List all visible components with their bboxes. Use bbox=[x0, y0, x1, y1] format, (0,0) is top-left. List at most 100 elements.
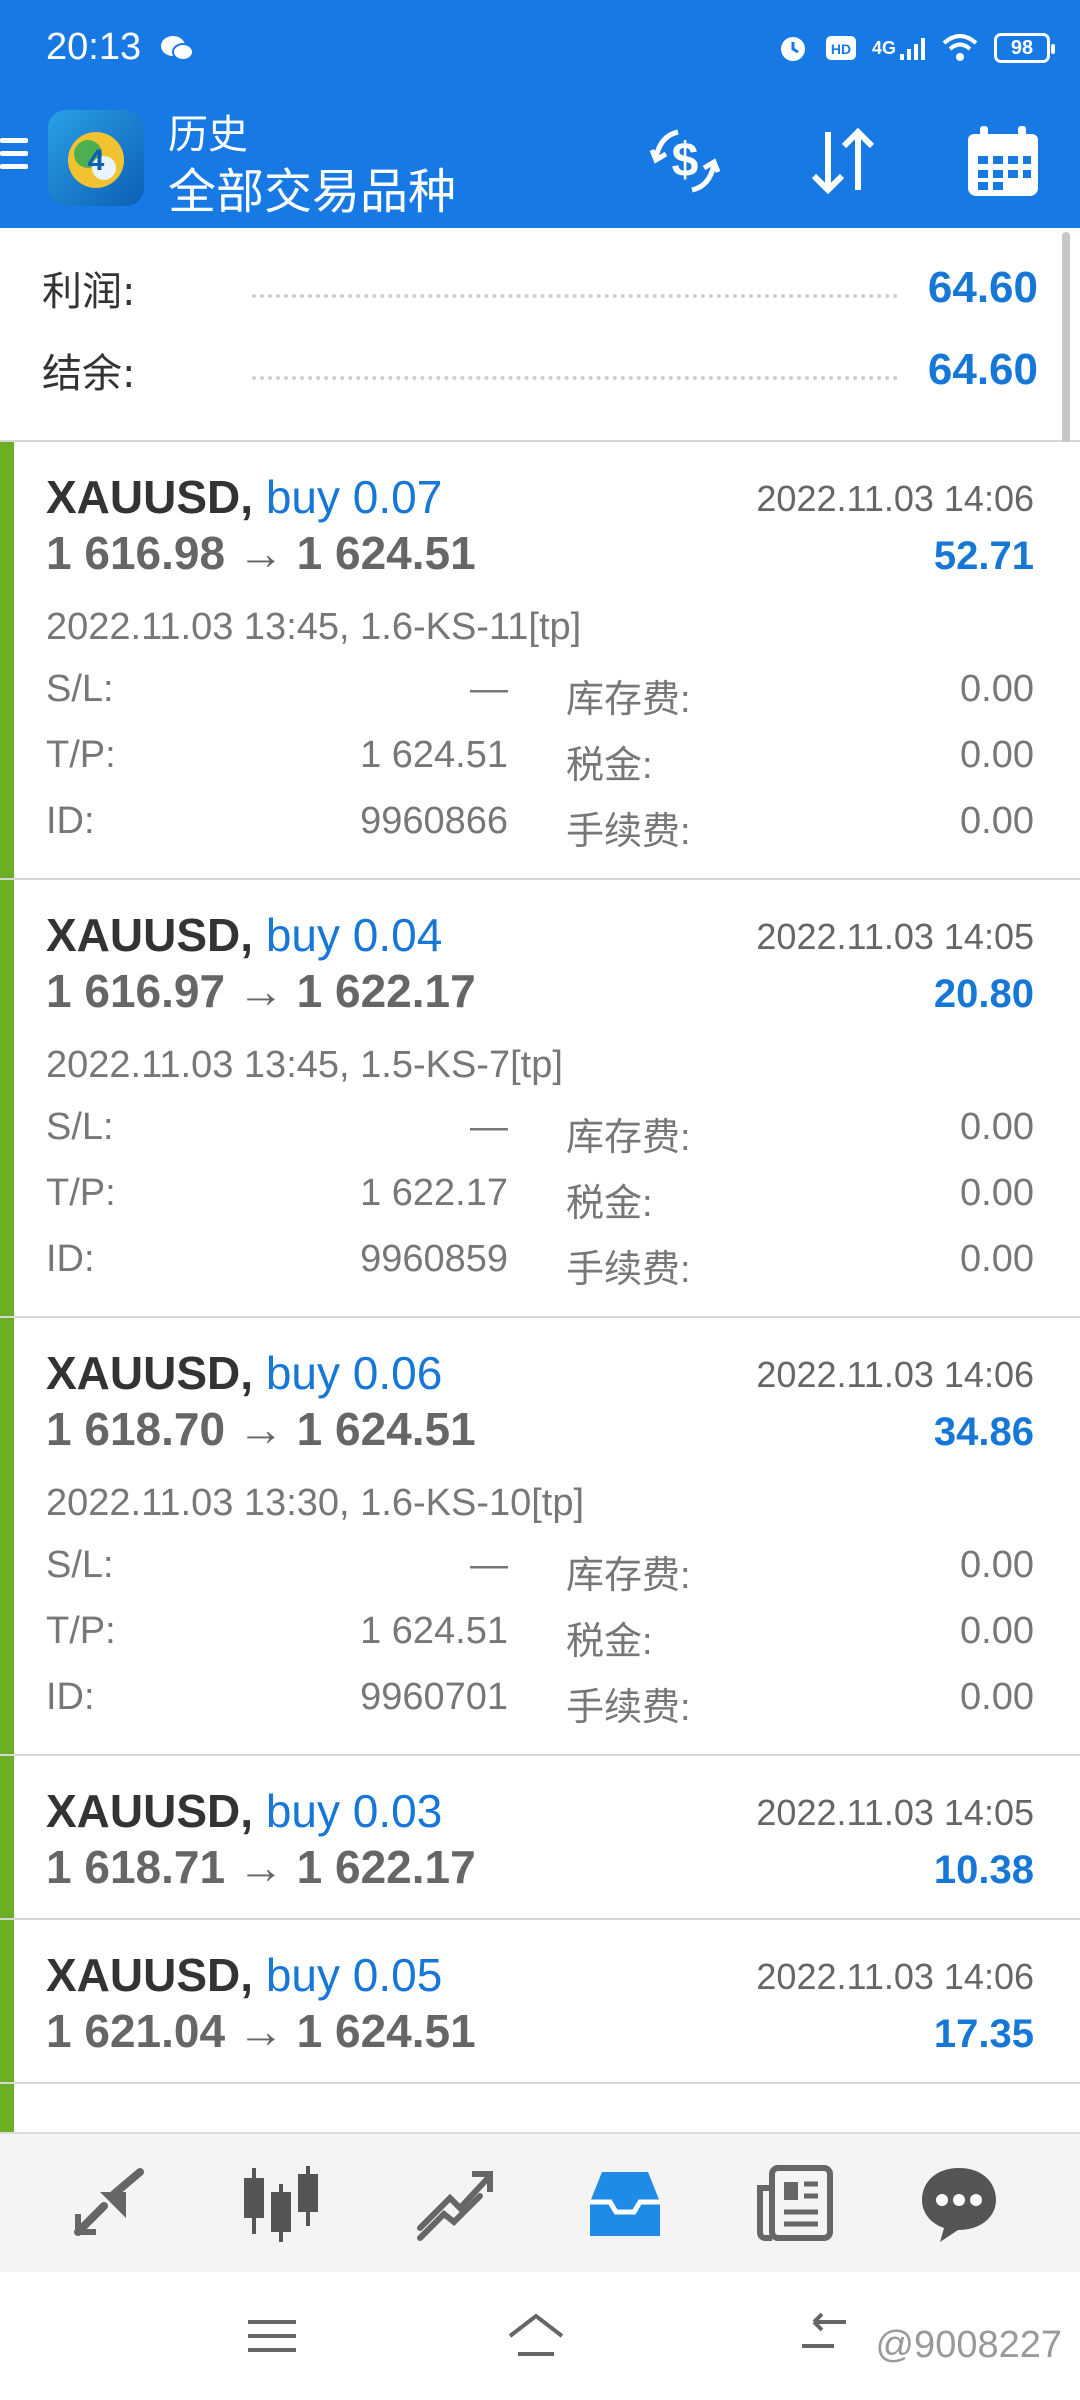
hd-icon: HD bbox=[825, 36, 856, 60]
buy-indicator bbox=[0, 2084, 14, 2132]
detail-row: S/L: — 库存费: 0.00 bbox=[46, 1544, 1034, 1597]
swap-value: 0.00 bbox=[960, 1544, 1034, 1586]
close-time: 2022.11.03 14:05 bbox=[756, 916, 1034, 957]
tax-value: 0.00 bbox=[960, 734, 1034, 776]
trade-profit: 52.71 bbox=[933, 534, 1034, 578]
close-price: 1 622.17 bbox=[296, 1841, 476, 1893]
buy-indicator bbox=[0, 442, 14, 878]
symbol-filter[interactable]: 全部交易品种 bbox=[168, 152, 456, 222]
open-info: 2022.11.03 13:45, 1.6-KS-11[tp] bbox=[46, 606, 582, 648]
side-volume: buy 0.07 bbox=[265, 471, 443, 523]
id-label: ID: bbox=[46, 1238, 95, 1280]
summary-panel: 利润: 64.60 结余: 64.60 bbox=[0, 228, 1080, 442]
tp-label: T/P: bbox=[46, 734, 116, 776]
close-price: 1 624.51 bbox=[296, 2005, 476, 2057]
id-value: 9960701 bbox=[360, 1676, 508, 1718]
arrow-icon: → bbox=[237, 2005, 284, 2057]
open-price: 1 621.04 bbox=[46, 2005, 226, 2057]
open-price: 1 618.70 bbox=[46, 1403, 226, 1455]
open-price: 1 618.71 bbox=[46, 1841, 226, 1893]
open-price: 1 616.98 bbox=[46, 527, 226, 579]
system-nav-bar: @9008227 bbox=[0, 2272, 1080, 2400]
commission-value: 0.00 bbox=[960, 800, 1034, 842]
symbol: XAUUSD, bbox=[46, 1949, 254, 2001]
trade-header: XAUUSD, buy 0.04 bbox=[46, 908, 442, 962]
home-icon[interactable] bbox=[506, 2308, 566, 2364]
chat-icon[interactable] bbox=[914, 2158, 1004, 2248]
side-volume: buy 0.05 bbox=[265, 1949, 443, 2001]
sl-value: — bbox=[470, 1106, 508, 1148]
detail-row: ID: 9960701 手续费: 0.00 bbox=[46, 1676, 1034, 1729]
trade-profit: 10.38 bbox=[933, 1848, 1034, 1892]
side-volume: buy 0.06 bbox=[265, 1347, 443, 1399]
clock: 20:13 bbox=[46, 26, 142, 68]
tax-value: 0.00 bbox=[960, 1172, 1034, 1214]
history-icon[interactable] bbox=[580, 2158, 670, 2248]
sl-label: S/L: bbox=[46, 1106, 114, 1148]
close-time: 2022.11.03 14:05 bbox=[756, 1792, 1034, 1833]
detail-row: ID: 9960859 手续费: 0.00 bbox=[46, 1238, 1034, 1291]
close-price: 1 624.51 bbox=[296, 1403, 476, 1455]
close-time: 2022.11.03 14:06 bbox=[756, 1354, 1034, 1395]
wifi-icon bbox=[942, 34, 978, 61]
sl-label: S/L: bbox=[46, 1544, 114, 1586]
signal-4g-icon: 4G bbox=[872, 30, 926, 66]
detail-row: T/P: 1 624.51 税金: 0.00 bbox=[46, 734, 1034, 787]
detail-row: S/L: — 库存费: 0.00 bbox=[46, 668, 1034, 721]
tax-label: 税金: bbox=[566, 1183, 653, 1225]
chart-icon[interactable] bbox=[236, 2158, 326, 2248]
trade-icon[interactable] bbox=[408, 2158, 498, 2248]
scrollbar[interactable] bbox=[1062, 232, 1070, 462]
arrow-icon: → bbox=[237, 965, 284, 1017]
news-icon[interactable] bbox=[752, 2158, 842, 2248]
close-time: 2022.11.03 14:06 bbox=[756, 478, 1034, 519]
quotes-icon[interactable] bbox=[64, 2158, 154, 2248]
trade-card[interactable]: XAUUSD, buy 0.05 2022.11.03 14:06 1 621.… bbox=[0, 1920, 1080, 2084]
trade-card[interactable]: XAUUSD, buy 0.07 2022.11.03 14:06 1 616.… bbox=[0, 442, 1080, 880]
arrow-icon: → bbox=[237, 527, 284, 579]
close-price: 1 622.17 bbox=[296, 965, 476, 1017]
svg-text:HD: HD bbox=[831, 41, 851, 57]
tp-label: T/P: bbox=[46, 1172, 116, 1214]
swap-label: 库存费: bbox=[566, 679, 691, 721]
calendar-icon[interactable] bbox=[960, 118, 1046, 204]
swap-label: 库存费: bbox=[566, 1117, 691, 1159]
tax-label: 税金: bbox=[566, 745, 653, 787]
id-value: 9960859 bbox=[360, 1238, 508, 1280]
trade-card[interactable]: XAUUSD, buy 0.06 2022.11.03 14:06 1 618.… bbox=[0, 1318, 1080, 1756]
sort-icon[interactable] bbox=[800, 118, 886, 204]
buy-indicator bbox=[0, 1756, 14, 1918]
symbol: XAUUSD, bbox=[46, 1347, 254, 1399]
arrow-icon: → bbox=[237, 1841, 284, 1893]
svg-text:$: $ bbox=[672, 134, 699, 187]
id-label: ID: bbox=[46, 1676, 95, 1718]
trade-card[interactable]: XAUUSD, buy 0.03 2022.11.03 14:05 1 618.… bbox=[0, 1756, 1080, 1920]
trade-card-partial[interactable] bbox=[0, 2084, 1080, 2132]
trade-header: XAUUSD, buy 0.03 bbox=[46, 1784, 442, 1838]
tax-label: 税金: bbox=[566, 1621, 653, 1663]
dotted-leader bbox=[252, 376, 898, 380]
recents-icon[interactable] bbox=[242, 2308, 302, 2364]
tp-value: 1 624.51 bbox=[360, 734, 508, 776]
currency-exchange-icon[interactable]: $ bbox=[642, 118, 728, 204]
price-range: 1 618.70 → 1 624.51 bbox=[46, 1402, 476, 1456]
detail-row: T/P: 1 624.51 税金: 0.00 bbox=[46, 1610, 1034, 1663]
trade-card[interactable]: XAUUSD, buy 0.04 2022.11.03 14:05 1 616.… bbox=[0, 880, 1080, 1318]
watermark: @9008227 bbox=[875, 2324, 1062, 2366]
mt4-logo-icon[interactable]: 4 bbox=[48, 110, 144, 206]
detail-row: ID: 9960866 手续费: 0.00 bbox=[46, 800, 1034, 853]
id-label: ID: bbox=[46, 800, 95, 842]
back-icon[interactable] bbox=[794, 2308, 854, 2364]
price-range: 1 621.04 → 1 624.51 bbox=[46, 2004, 476, 2058]
profit-label: 利润: bbox=[42, 269, 136, 315]
close-time: 2022.11.03 14:06 bbox=[756, 1956, 1034, 1997]
swap-value: 0.00 bbox=[960, 1106, 1034, 1148]
menu-icon[interactable] bbox=[0, 130, 32, 194]
alarm-icon bbox=[780, 37, 805, 61]
price-range: 1 618.71 → 1 622.17 bbox=[46, 1840, 476, 1894]
trade-list[interactable]: XAUUSD, buy 0.07 2022.11.03 14:06 1 616.… bbox=[0, 442, 1080, 2132]
profit-value: 64.60 bbox=[927, 263, 1038, 312]
price-range: 1 616.97 → 1 622.17 bbox=[46, 964, 476, 1018]
dotted-leader bbox=[252, 294, 898, 298]
trade-profit: 17.35 bbox=[933, 2012, 1034, 2056]
